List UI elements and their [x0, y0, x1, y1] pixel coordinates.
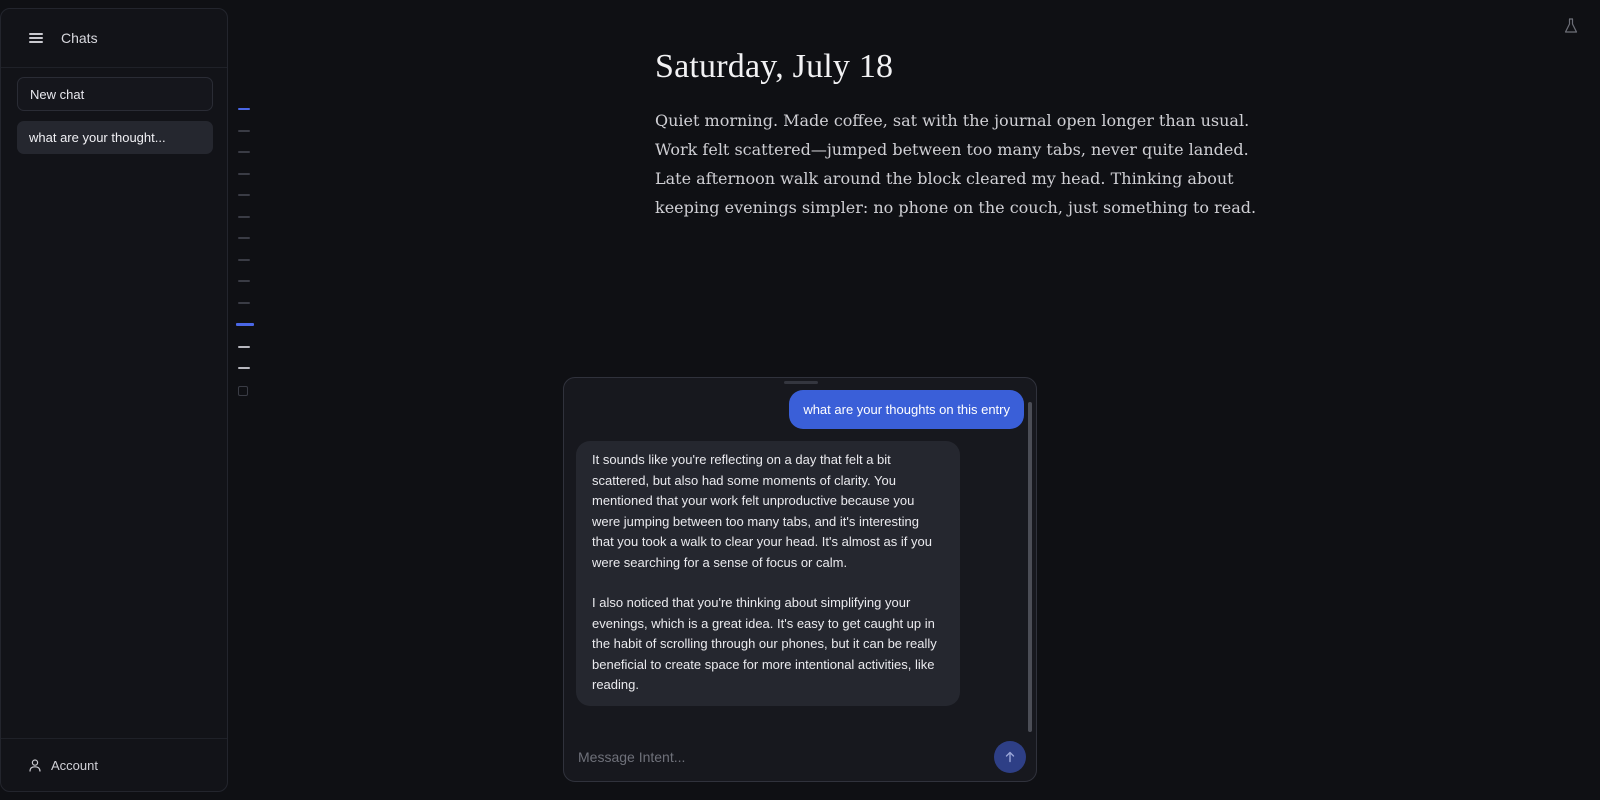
account-label: Account: [51, 757, 98, 773]
sidebar-chat-item[interactable]: what are your thought...: [17, 121, 213, 154]
hamburger-icon[interactable]: [29, 33, 43, 43]
entry-timeline: [236, 108, 254, 396]
assistant-message: It sounds like you're reflecting on a da…: [576, 441, 960, 706]
account-button[interactable]: Account: [1, 738, 227, 791]
chat-scrollbar[interactable]: [1028, 402, 1032, 732]
sidebar-header: Chats: [1, 9, 227, 68]
message-input[interactable]: [576, 741, 990, 773]
timeline-mark[interactable]: [238, 301, 250, 304]
timeline-mark[interactable]: [238, 367, 250, 369]
entry-title: Saturday, July 18: [655, 48, 894, 85]
timeline-mark[interactable]: [238, 237, 250, 239]
timeline-mark-active[interactable]: [236, 323, 254, 326]
timeline-mark[interactable]: [238, 194, 250, 196]
sidebar: Chats New chat what are your thought... …: [0, 8, 228, 792]
user-icon: [29, 758, 41, 772]
timeline-mark[interactable]: [238, 345, 250, 348]
resize-handle[interactable]: [784, 381, 818, 384]
timeline-mark[interactable]: [238, 108, 250, 110]
assistant-paragraph: I also noticed that you're thinking abou…: [592, 595, 937, 692]
arrow-up-icon: [1005, 751, 1015, 763]
sidebar-title: Chats: [61, 30, 98, 46]
timeline-mark[interactable]: [238, 151, 250, 153]
timeline-mark[interactable]: [238, 129, 250, 132]
calendar-icon[interactable]: [238, 385, 248, 396]
timeline-mark[interactable]: [238, 172, 250, 175]
assistant-paragraph: It sounds like you're reflecting on a da…: [592, 452, 932, 570]
timeline-mark[interactable]: [238, 280, 250, 282]
new-chat-button[interactable]: New chat: [17, 77, 213, 111]
send-button[interactable]: [994, 741, 1026, 773]
user-message: what are your thoughts on this entry: [789, 390, 1024, 429]
journal-entry: Saturday, July 18 Quiet morning. Made co…: [655, 48, 1275, 222]
flask-icon[interactable]: [1564, 18, 1578, 34]
entry-body: Quiet morning. Made coffee, sat with the…: [655, 111, 1257, 217]
timeline-mark[interactable]: [238, 215, 250, 218]
chat-panel: what are your thoughts on this entry It …: [563, 377, 1037, 782]
timeline-mark[interactable]: [238, 258, 250, 261]
